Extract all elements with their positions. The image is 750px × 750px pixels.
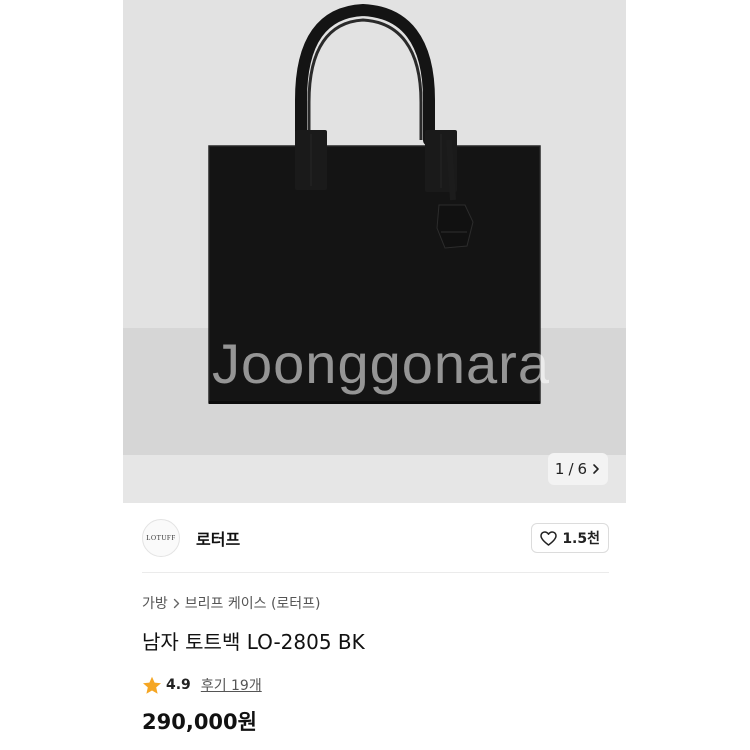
chevron-right-icon xyxy=(173,598,179,608)
pager-current: 1 xyxy=(554,460,565,478)
breadcrumb: 가방 브리프 케이스 (로터프) xyxy=(142,593,321,613)
rating-value: 4.9 xyxy=(166,677,191,693)
rating-row: 4.9 후기 19개 xyxy=(142,675,262,695)
chevron-right-icon[interactable] xyxy=(591,463,601,475)
product-price: 290,000원 xyxy=(142,710,257,734)
image-pager[interactable]: 1 / 6 xyxy=(548,453,608,485)
star-icon xyxy=(143,676,161,694)
section-divider xyxy=(142,572,609,573)
seller-avatar[interactable]: LOTUFF xyxy=(142,519,180,557)
watermark: Joonggonara xyxy=(212,332,550,395)
seller-row: LOTUFF 로터프 1.5천 xyxy=(142,515,609,561)
breadcrumb-subcategory[interactable]: 브리프 케이스 (로터프) xyxy=(185,593,321,613)
review-count-link[interactable]: 후기 19개 xyxy=(201,675,262,695)
like-count: 1.5천 xyxy=(562,531,600,547)
heart-outline-icon xyxy=(540,530,558,546)
seller-name[interactable]: 로터프 xyxy=(196,526,240,550)
product-image-gallery[interactable]: Joonggonara 1 / 6 xyxy=(123,0,626,503)
product-title: 남자 토트백 LO-2805 BK xyxy=(142,630,365,654)
like-button[interactable]: 1.5천 xyxy=(531,523,609,553)
pager-total: 6 xyxy=(577,460,588,478)
breadcrumb-category[interactable]: 가방 xyxy=(142,593,168,613)
seller-logo-text: LOTUFF xyxy=(146,534,176,542)
pager-separator: / xyxy=(568,460,574,478)
